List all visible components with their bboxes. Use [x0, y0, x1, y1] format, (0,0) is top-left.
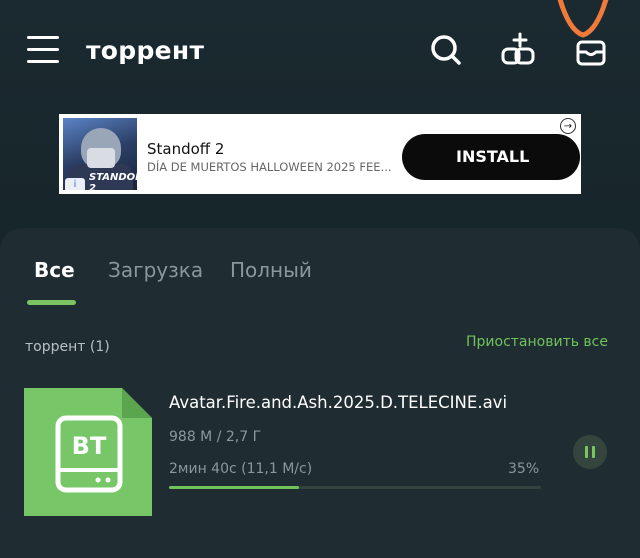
progress-fill: [169, 486, 300, 489]
menu-icon[interactable]: [27, 36, 59, 64]
downloads-panel: Все Загрузка Полный торрент (1) Приостан…: [0, 228, 640, 558]
ad-banner[interactable]: STANDOFF 2 i → Standoff 2 DÍA DE MUERTOS…: [59, 114, 581, 194]
ad-image-logo: STANDOFF 2: [89, 172, 137, 190]
file-size: 988 М / 2,7 Г: [169, 429, 262, 445]
app-title: торрент: [86, 36, 205, 65]
tab-completed[interactable]: Полный: [230, 258, 312, 282]
install-button[interactable]: INSTALL: [402, 134, 580, 180]
bt-label: BT: [72, 432, 107, 460]
tab-indicator: [27, 300, 76, 305]
adchoices-icon[interactable]: →: [560, 118, 576, 134]
app-bar: торрент: [0, 0, 640, 104]
section-label: торрент (1): [25, 339, 110, 355]
file-name[interactable]: Avatar.Fire.and.Ash.2025.D.TELECINE.avi: [169, 393, 507, 412]
ad-title: Standoff 2: [147, 140, 225, 158]
pause-button[interactable]: [573, 435, 607, 469]
ad-subtitle: DÍA DE MUERTOS HALLOWEEN 2025 FEE...: [147, 160, 392, 174]
progress-bar: [169, 486, 541, 489]
ad-game-image[interactable]: STANDOFF 2 i: [63, 118, 137, 190]
info-icon[interactable]: i: [65, 178, 85, 190]
pause-all-button[interactable]: Приостановить все: [466, 334, 608, 350]
eta-speed: 2мин 40с (11,1 М/с): [169, 461, 313, 477]
progress-percent: 35%: [508, 461, 540, 477]
tab-downloading[interactable]: Загрузка: [108, 258, 203, 282]
add-link-icon[interactable]: [500, 32, 536, 68]
tab-all[interactable]: Все: [34, 258, 75, 282]
search-icon[interactable]: [428, 32, 464, 68]
bt-file-icon[interactable]: BT: [24, 388, 152, 516]
inbox-icon[interactable]: [574, 32, 610, 68]
